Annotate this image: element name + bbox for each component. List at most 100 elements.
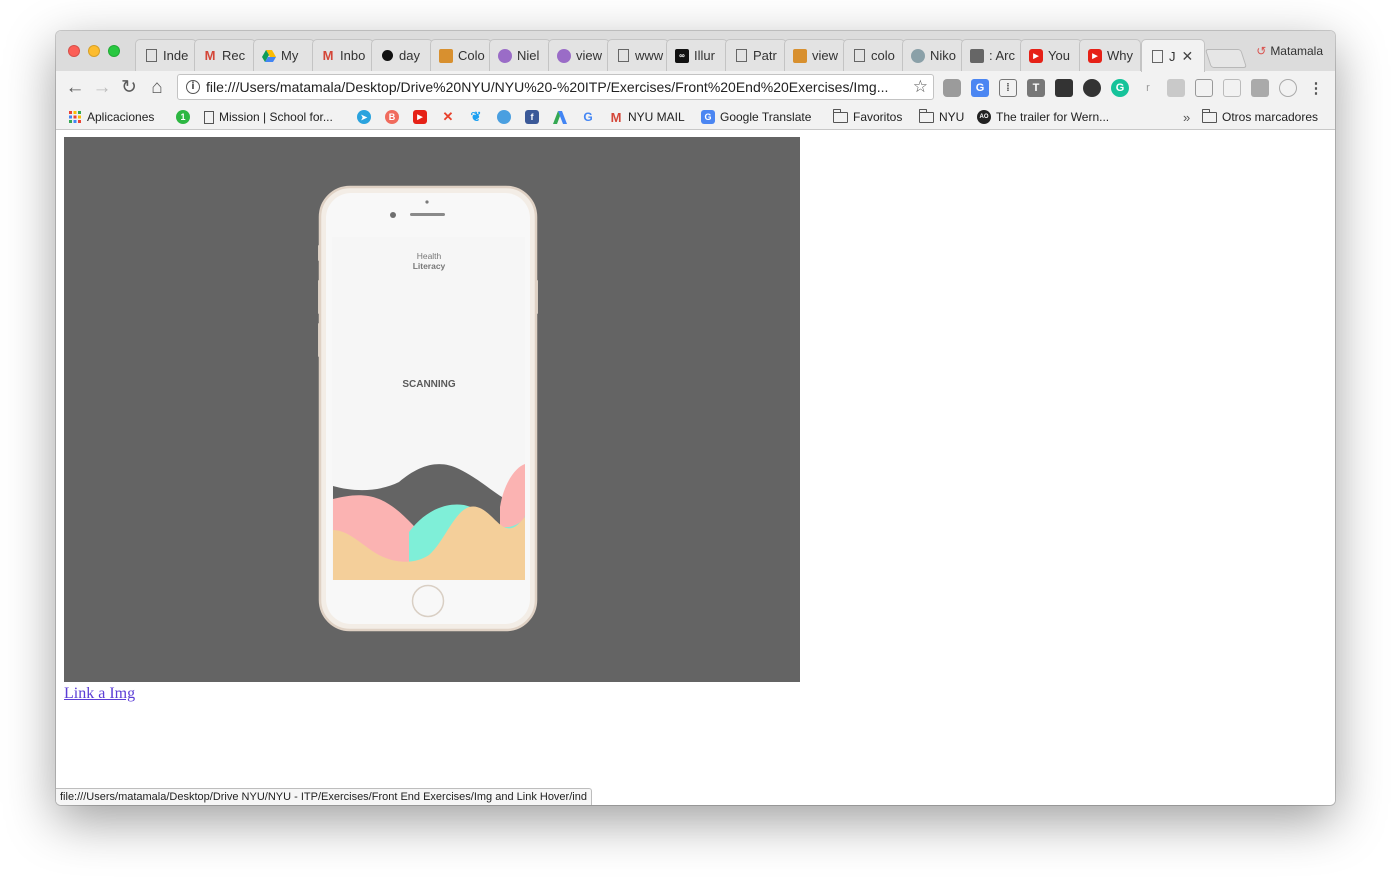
close-window-button[interactable] (68, 45, 80, 57)
bookmark-mission[interactable]: Mission | School for... (204, 109, 333, 125)
socket-extension-icon[interactable]: ⁞ (999, 79, 1017, 97)
camera-extension-icon[interactable] (943, 79, 961, 97)
tab-17-active[interactable]: J ✕ (1141, 39, 1205, 72)
tab-15[interactable]: ▶ You (1020, 39, 1082, 71)
bookmark-1[interactable]: 1 (176, 109, 195, 125)
forward-button[interactable]: → (91, 77, 113, 99)
bookmark-twitter[interactable]: ❦ (469, 109, 488, 125)
bookmark-telegram[interactable]: ➤ (357, 109, 376, 125)
tab-5[interactable]: Colo (430, 39, 492, 71)
tab-14[interactable]: : Arc (961, 39, 1023, 71)
folder-icon (833, 108, 848, 123)
bookmark-label: NYU (939, 110, 965, 124)
image-icon (439, 48, 453, 63)
image-title-line2: Literacy (413, 261, 446, 271)
bookmark-youtube[interactable]: ▶ (413, 109, 432, 125)
tab-3[interactable]: M Inbo (312, 39, 374, 71)
gmail-icon: M (610, 109, 622, 125)
bookmark-other[interactable]: Otros marcadores (1202, 108, 1318, 125)
atlas-icon: AO (977, 110, 991, 124)
tab-label: Patr (753, 48, 777, 63)
bookmark-facebook[interactable]: f (525, 109, 544, 125)
adwords-icon (553, 110, 567, 124)
page-icon (204, 110, 214, 124)
back-button[interactable]: ← (64, 77, 86, 99)
tab-7[interactable]: view (548, 39, 610, 71)
tab-9[interactable]: ∞ Illur (666, 39, 728, 71)
bookmarks-bar: Aplicaciones 1 Mission | School for... ➤… (56, 105, 1335, 130)
bookmark-behance[interactable]: B (385, 109, 404, 125)
bookmark-nyu[interactable]: NYU (919, 108, 965, 125)
youtube-icon: ▶ (1088, 48, 1102, 63)
bookmark-favoritos[interactable]: Favoritos (833, 108, 903, 125)
bookmark-label: Mission | School for... (219, 110, 333, 124)
green-circle-1-icon: 1 (176, 110, 190, 124)
tab-0[interactable]: Inde (135, 39, 197, 71)
camera-badge-extension-icon[interactable] (1083, 79, 1101, 97)
behance-icon: B (385, 110, 399, 124)
text-extension-icon[interactable]: T (1027, 79, 1045, 97)
avatar-icon (557, 48, 571, 63)
bookmark-adwords[interactable] (553, 109, 572, 125)
bookmarks-overflow-button[interactable]: » (1183, 109, 1190, 125)
page-icon (852, 49, 866, 63)
tab-label: : Arc (989, 48, 1016, 63)
address-bar[interactable]: i file:///Users/matamala/Desktop/Drive%2… (177, 74, 934, 100)
tab-label: My (281, 48, 299, 63)
bookmark-apps[interactable]: Aplicaciones (68, 109, 154, 125)
tab-label: Inbo (340, 48, 366, 63)
info-icon[interactable]: i (186, 80, 200, 94)
translate-extension-icon[interactable]: G (971, 79, 989, 97)
home-button[interactable]: ⌂ (146, 77, 168, 99)
bookmark-nyu-mail[interactable]: M NYU MAIL (609, 109, 685, 125)
tab-label: Illur (694, 48, 715, 63)
bookmark-google-translate[interactable]: G Google Translate (701, 109, 811, 125)
grid-extension-icon[interactable] (1167, 79, 1185, 97)
tab-label: view (576, 48, 603, 63)
tab-label: Rec (222, 48, 246, 63)
menu-kebab-icon[interactable]: ⋮ (1307, 79, 1325, 97)
tab-label: colo (871, 48, 895, 63)
browser-window: Inde M Rec My M Inbo day Colo Niel view ww… (56, 31, 1335, 805)
tab-12[interactable]: colo (843, 39, 905, 71)
google-icon: G (583, 110, 593, 124)
inbox-extension-icon[interactable] (1195, 79, 1213, 97)
youtube-icon: ▶ (413, 110, 427, 124)
tab-16[interactable]: ▶ Why (1079, 39, 1141, 71)
tab-4[interactable]: day (371, 39, 433, 71)
profile-icon: ↺ (1256, 44, 1267, 58)
gmail-icon: M (204, 48, 216, 63)
address-url: file:///Users/matamala/Desktop/Drive%20N… (206, 79, 889, 95)
bookmark-google[interactable]: G (581, 109, 600, 125)
tab-label: Niel (517, 48, 540, 63)
tab-8[interactable]: www (607, 39, 669, 71)
tab-2[interactable]: My (253, 39, 315, 71)
bookmark-trailer[interactable]: AO The trailer for Wern... (977, 109, 1109, 125)
tab-1[interactable]: M Rec (194, 39, 256, 71)
r-extension-icon[interactable]: r (1139, 79, 1157, 97)
close-tab-icon[interactable]: ✕ (1182, 48, 1194, 65)
window-extension-icon[interactable] (1223, 79, 1241, 97)
circle-extension-icon[interactable] (1279, 79, 1297, 97)
tab-label: Inde (163, 48, 189, 63)
film-extension-icon[interactable] (1055, 79, 1073, 97)
image-extension-icon[interactable] (1251, 79, 1269, 97)
tab-10[interactable]: Patr (725, 39, 787, 71)
folder-icon (919, 108, 934, 123)
minimize-window-button[interactable] (88, 45, 100, 57)
bookmark-star-icon[interactable]: ☆ (913, 77, 928, 97)
tab-6[interactable]: Niel (489, 39, 551, 71)
profile-button[interactable]: ↺ Matamala (1256, 44, 1323, 58)
bookmark-swirl[interactable] (497, 109, 516, 125)
tab-13[interactable]: Niko (902, 39, 964, 71)
new-tab-button[interactable] (1204, 49, 1248, 68)
tab-11[interactable]: view (784, 39, 846, 71)
reload-button[interactable]: ↻ (118, 77, 140, 99)
bookmark-x[interactable]: ✕ (441, 109, 460, 125)
grammarly-extension-icon[interactable]: G (1111, 79, 1129, 97)
link-a-img[interactable]: Link a Img (64, 685, 135, 703)
bookmark-label: Google Translate (720, 110, 812, 124)
phone-illustration: Health Literacy SCANNING (64, 137, 800, 682)
zoom-window-button[interactable] (108, 45, 120, 57)
bookmark-label: Favoritos (853, 110, 903, 124)
